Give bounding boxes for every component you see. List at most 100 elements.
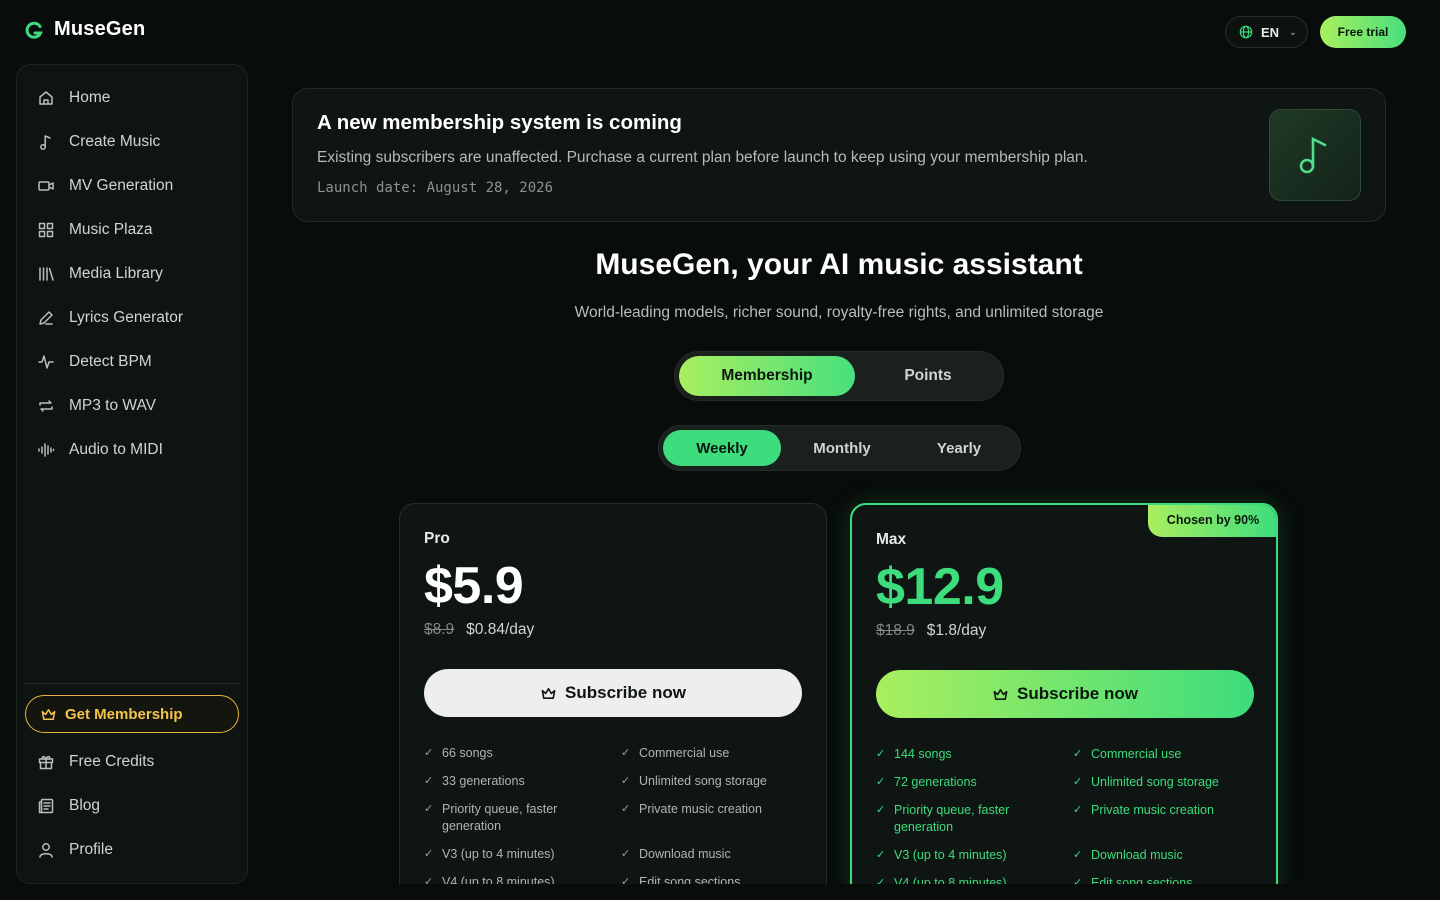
plan-price: $12.9 <box>876 558 1004 616</box>
feature-text: Priority queue, faster generation <box>442 802 558 833</box>
subscribe-button[interactable]: Subscribe now <box>424 669 802 717</box>
feature-text: Unlimited song storage <box>639 774 767 788</box>
feature-text: Unlimited song storage <box>1091 775 1219 789</box>
user-icon <box>37 841 55 859</box>
chevron-down-icon: ⌄ <box>1289 26 1297 37</box>
check-icon: ✓ <box>621 775 631 787</box>
feature-text: Private music creation <box>1091 803 1214 817</box>
feature-item: ✓ V3 (up to 4 minutes) <box>424 846 604 863</box>
convert-icon <box>37 397 55 415</box>
feature-item: ✓ Private music creation <box>621 801 811 818</box>
video-camera-icon <box>37 177 55 195</box>
plan-card-max: Chosen by 90% Max $12.9 $18.9 $1.8/day S… <box>850 503 1278 900</box>
sidebar-item-detect-bpm[interactable]: Detect BPM <box>37 347 152 377</box>
feature-item: ✓ 33 generations <box>424 773 604 790</box>
banner-text: Existing subscribers are unaffected. Pur… <box>317 149 1088 166</box>
feature-item: ✓ V3 (up to 4 minutes) <box>876 847 1056 864</box>
price-details: $8.9 $0.84/day <box>424 621 534 639</box>
check-icon: ✓ <box>621 848 631 860</box>
sidebar-item-create-music[interactable]: Create Music <box>37 127 160 157</box>
crown-icon <box>993 688 1008 700</box>
sidebar-item-label: Audio to MIDI <box>69 441 163 458</box>
get-membership-button[interactable]: Get Membership <box>25 695 239 733</box>
plan-type-toggle: Membership Points <box>674 351 1004 401</box>
grid-icon <box>37 221 55 239</box>
price-details: $18.9 $1.8/day <box>876 622 986 640</box>
feature-text: 144 songs <box>894 747 952 761</box>
plan-card-pro: Pro $5.9 $8.9 $0.84/day Subscribe now ✓ 6… <box>399 503 827 900</box>
check-icon: ✓ <box>424 775 434 787</box>
sidebar-item-label: Detect BPM <box>69 353 152 370</box>
subscribe-button[interactable]: Subscribe now <box>876 670 1254 718</box>
original-price: $8.9 <box>424 621 455 638</box>
check-icon: ✓ <box>1073 804 1083 816</box>
tab-weekly[interactable]: Weekly <box>663 430 781 466</box>
sidebar-item-home[interactable]: Home <box>37 83 110 113</box>
sidebar-item-label: Profile <box>69 841 113 858</box>
feature-item: ✓ Download music <box>621 846 811 863</box>
music-note-icon <box>1269 109 1361 201</box>
sidebar-item-music-plaza[interactable]: Music Plaza <box>37 215 153 245</box>
brand-name: MuseGen <box>54 18 146 40</box>
waveform-icon <box>37 441 55 459</box>
tab-points[interactable]: Points <box>855 356 1001 396</box>
sidebar-item-mv-generation[interactable]: MV Generation <box>37 171 173 201</box>
free-trial-button[interactable]: Free trial <box>1320 16 1406 48</box>
check-icon: ✓ <box>621 747 631 759</box>
feature-item: ✓ Priority queue, faster generation <box>424 801 604 835</box>
sidebar-item-label: MP3 to WAV <box>69 397 156 414</box>
home-icon <box>37 89 55 107</box>
launch-date: Launch date: August 28, 2026 <box>317 180 554 196</box>
feature-text: Priority queue, faster generation <box>894 803 1010 834</box>
feature-item: ✓ Unlimited song storage <box>1073 774 1263 791</box>
feature-text: Private music creation <box>639 802 762 816</box>
sidebar-item-label: Media Library <box>69 265 163 282</box>
check-icon: ✓ <box>424 747 434 759</box>
sidebar-item-audio-to-midi[interactable]: Audio to MIDI <box>37 435 163 465</box>
check-icon: ✓ <box>876 776 886 788</box>
blog-icon <box>37 797 55 815</box>
feature-text: Commercial use <box>639 746 730 760</box>
sidebar-item-label: Free Credits <box>69 753 155 770</box>
language-selector[interactable]: EN ⌄ <box>1225 16 1308 48</box>
pulse-icon <box>37 353 55 371</box>
plan-price: $5.9 <box>424 557 524 615</box>
sidebar-item-label: Home <box>69 89 111 106</box>
top-bar: MuseGen EN ⌄ Free trial <box>0 0 1440 64</box>
sidebar-item-label: Music Plaza <box>69 221 153 238</box>
banner-title: A new membership system is coming <box>317 111 682 134</box>
sidebar-item-label: Lyrics Generator <box>69 309 183 326</box>
gift-icon <box>37 753 55 771</box>
tab-membership[interactable]: Membership <box>679 356 855 396</box>
tab-yearly[interactable]: Yearly <box>901 430 1017 466</box>
logo[interactable]: MuseGen <box>24 18 145 41</box>
globe-icon <box>1239 25 1253 39</box>
sidebar-item-free-credits[interactable]: Free Credits <box>37 747 154 777</box>
sidebar-item-label: Create Music <box>69 133 161 150</box>
price-per-day: $1.8/day <box>926 622 987 639</box>
check-icon: ✓ <box>424 803 434 815</box>
music-note-icon <box>37 133 55 151</box>
sidebar-item-media-library[interactable]: Media Library <box>37 259 163 289</box>
sidebar-item-mp3-to-wav[interactable]: MP3 to WAV <box>37 391 156 421</box>
sidebar-item-lyrics-generator[interactable]: Lyrics Generator <box>37 303 183 333</box>
feature-item: ✓ 66 songs <box>424 745 604 762</box>
check-icon: ✓ <box>1073 849 1083 861</box>
check-icon: ✓ <box>876 804 886 816</box>
sidebar-item-profile[interactable]: Profile <box>37 835 113 865</box>
library-icon <box>37 265 55 283</box>
subscribe-label: Subscribe now <box>1017 684 1138 703</box>
check-icon: ✓ <box>876 748 886 760</box>
billing-period-toggle: Weekly Monthly Yearly <box>658 425 1021 471</box>
feature-text: V3 (up to 4 minutes) <box>894 848 1007 862</box>
page-bottom-edge <box>248 884 1440 900</box>
crown-icon <box>41 708 56 720</box>
sidebar-item-label: MV Generation <box>69 177 174 194</box>
feature-item: ✓ Download music <box>1073 847 1263 864</box>
subscribe-label: Subscribe now <box>565 683 686 702</box>
announcement-banner: A new membership system is coming Existi… <box>292 88 1386 222</box>
tab-monthly[interactable]: Monthly <box>783 430 901 466</box>
price-per-day: $0.84/day <box>466 621 535 638</box>
sidebar-item-blog[interactable]: Blog <box>37 791 100 821</box>
get-membership-label: Get Membership <box>65 705 183 723</box>
